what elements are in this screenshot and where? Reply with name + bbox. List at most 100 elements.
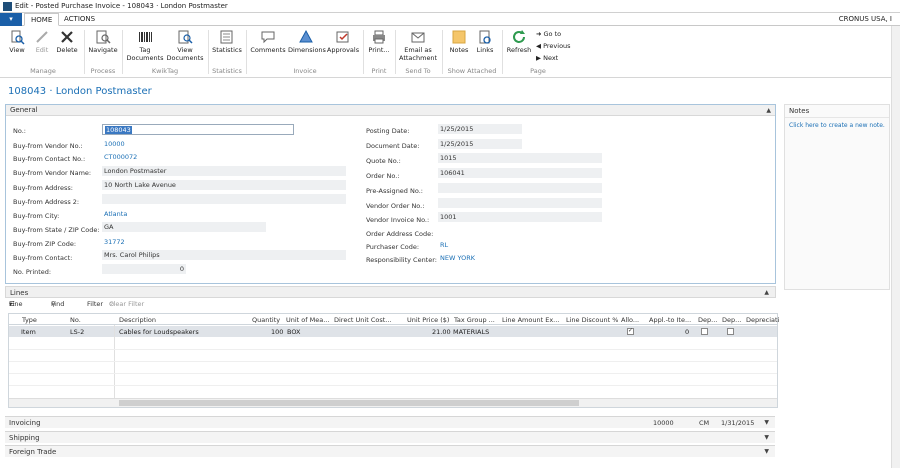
expand-icon[interactable]: ▼ xyxy=(764,419,769,426)
allow-checkbox[interactable]: ✓ xyxy=(627,327,634,335)
group-statistics: Statistics xyxy=(212,67,242,75)
group-separator xyxy=(363,30,364,74)
view-documents-button[interactable]: View Documents xyxy=(166,29,204,62)
col-dep-1[interactable]: Dep... xyxy=(698,316,722,324)
tab-home[interactable]: HOME xyxy=(24,13,60,26)
col-tax-group[interactable]: Tax Group ... xyxy=(454,316,508,324)
col-description[interactable]: Description xyxy=(119,316,156,324)
col-dep-2[interactable]: Dep... xyxy=(722,316,746,324)
general-header[interactable]: General ▲ xyxy=(6,105,775,116)
order-no-field[interactable]: 106041 xyxy=(438,168,602,179)
vendor-invoice-no-field[interactable]: 1001 xyxy=(438,212,602,223)
no-field[interactable]: 108043 xyxy=(102,124,294,135)
go-to-label: Go to xyxy=(543,30,562,38)
group-invoice: Invoice xyxy=(293,67,317,75)
foreign-trade-fasttab[interactable]: Foreign Trade ▼ xyxy=(5,445,775,457)
horizontal-scrollbar[interactable] xyxy=(9,398,777,407)
edit-button[interactable]: Edit xyxy=(32,29,52,55)
col-line-discount[interactable]: Line Discount % xyxy=(566,316,618,324)
tag-documents-button[interactable]: Tag Documents xyxy=(126,29,164,62)
view-documents-icon xyxy=(178,30,193,44)
label-buy-from-city: Buy-from City: xyxy=(13,212,60,220)
email-attachment-button[interactable]: Email as Attachment xyxy=(399,29,437,62)
view-button[interactable]: View xyxy=(6,29,28,55)
vertical-scrollbar[interactable] xyxy=(891,26,900,468)
buy-from-contact-no-field[interactable]: CT000072 xyxy=(102,152,266,163)
comments-label: Comments xyxy=(250,46,286,54)
label-vendor-invoice-no: Vendor Invoice No.: xyxy=(366,216,430,224)
buy-from-contact-field[interactable]: Mrs. Carol Philips xyxy=(102,250,346,261)
group-page: Page xyxy=(530,67,546,75)
col-no[interactable]: No. xyxy=(70,316,81,324)
go-to-button[interactable]: ➜ Go to xyxy=(536,30,561,38)
posting-date-field[interactable]: 1/25/2015 xyxy=(438,124,522,135)
quote-no-field[interactable]: 1015 xyxy=(438,153,602,164)
label-buy-from-zip-code: Buy-from ZIP Code: xyxy=(13,240,77,248)
comments-button[interactable]: Comments xyxy=(250,29,286,55)
invoicing-fasttab[interactable]: Invoicing 10000 CM 1/31/2015 ▼ xyxy=(5,416,775,428)
email-label: Email as Attachment xyxy=(399,46,438,62)
buy-from-address-field[interactable]: 10 North Lake Avenue xyxy=(102,180,346,191)
document-date-field[interactable]: 1/25/2015 xyxy=(438,139,522,150)
next-button[interactable]: ▶ Next xyxy=(536,54,558,62)
collapse-icon[interactable]: ▲ xyxy=(766,105,771,116)
collapse-icon[interactable]: ▲ xyxy=(764,289,769,296)
col-unit-price[interactable]: Unit Price ($) xyxy=(407,316,449,324)
dimensions-button[interactable]: Dimensions xyxy=(288,29,326,55)
scrollbar-thumb[interactable] xyxy=(119,400,579,406)
label-document-date: Document Date: xyxy=(366,142,420,150)
app-menu-button[interactable]: ▾ xyxy=(0,13,22,26)
dimensions-label: Dimensions xyxy=(288,46,326,54)
create-note-link[interactable]: Click here to create a new note. xyxy=(785,118,889,133)
cell-quantity[interactable]: 100 xyxy=(271,328,283,336)
expand-icon[interactable]: ▼ xyxy=(764,448,769,455)
statistics-button[interactable]: Statistics xyxy=(211,29,243,55)
purchaser-code-field[interactable]: RL xyxy=(438,240,602,251)
expand-icon[interactable]: ▼ xyxy=(764,434,769,441)
col-allow[interactable]: Allo... xyxy=(621,316,643,324)
buy-from-state-field[interactable]: GA xyxy=(102,222,266,233)
order-address-code-field[interactable] xyxy=(438,227,602,238)
col-appl-to-item[interactable]: Appl.-to Ite... xyxy=(649,316,699,324)
invoicing-date: 1/31/2015 xyxy=(721,419,755,427)
delete-icon xyxy=(61,31,73,43)
col-direct-unit-cost[interactable]: Direct Unit Cost... xyxy=(334,316,398,324)
table-row[interactable]: Item LS-2 Cables for Loudspeakers 100 BO… xyxy=(9,326,777,337)
cell-unit-price[interactable]: 21.00 xyxy=(432,328,451,336)
group-show-attached: Show Attached xyxy=(447,67,497,75)
cell-type[interactable]: Item xyxy=(21,328,36,336)
buy-from-address-2-field[interactable] xyxy=(102,194,346,205)
navigate-button[interactable]: Navigate xyxy=(88,29,118,55)
cell-unit[interactable]: BOX xyxy=(287,328,301,336)
pre-assigned-no-field[interactable] xyxy=(438,183,602,194)
col-quantity[interactable]: Quantity xyxy=(252,316,280,324)
print-button[interactable]: Print... xyxy=(366,29,392,55)
shipping-fasttab[interactable]: Shipping ▼ xyxy=(5,431,775,443)
buy-from-vendor-no-field[interactable]: 10000 xyxy=(102,139,266,150)
lines-header[interactable]: Lines ▲ xyxy=(5,286,776,298)
cell-tax-group[interactable]: MATERIALS xyxy=(453,328,489,336)
cell-appl-to-item[interactable]: 0 xyxy=(685,328,689,336)
dep-checkbox-2[interactable] xyxy=(727,328,734,335)
col-depreciation[interactable]: Depreciati xyxy=(746,316,780,324)
buy-from-zip-code-field[interactable]: 31772 xyxy=(102,237,266,248)
delete-button[interactable]: Delete xyxy=(55,29,79,55)
notes-button[interactable]: Notes xyxy=(448,29,470,55)
responsibility-center-field[interactable]: NEW YORK xyxy=(438,253,602,264)
previous-button[interactable]: ◀ Previous xyxy=(536,42,571,50)
dep-checkbox-1[interactable] xyxy=(701,328,708,335)
col-unit-of-measure[interactable]: Unit of Mea... xyxy=(286,316,336,324)
cell-no[interactable]: LS-2 xyxy=(70,328,84,336)
buy-from-vendor-name-field[interactable]: London Postmaster xyxy=(102,166,346,177)
refresh-button[interactable]: Refresh xyxy=(506,29,532,55)
tab-actions[interactable]: ACTIONS xyxy=(58,13,101,26)
col-type[interactable]: Type xyxy=(22,316,37,324)
approvals-button[interactable]: Approvals xyxy=(326,29,360,55)
vendor-order-no-field[interactable] xyxy=(438,198,602,209)
filter-button[interactable]: Filter xyxy=(87,300,103,308)
links-button[interactable]: Links xyxy=(474,29,496,55)
cell-description[interactable]: Cables for Loudspeakers xyxy=(119,328,199,336)
buy-from-city-field[interactable]: Atlanta xyxy=(102,209,266,220)
col-line-amount[interactable]: Line Amount Ex... xyxy=(502,316,562,324)
no-printed-field[interactable]: 0 xyxy=(102,264,186,275)
